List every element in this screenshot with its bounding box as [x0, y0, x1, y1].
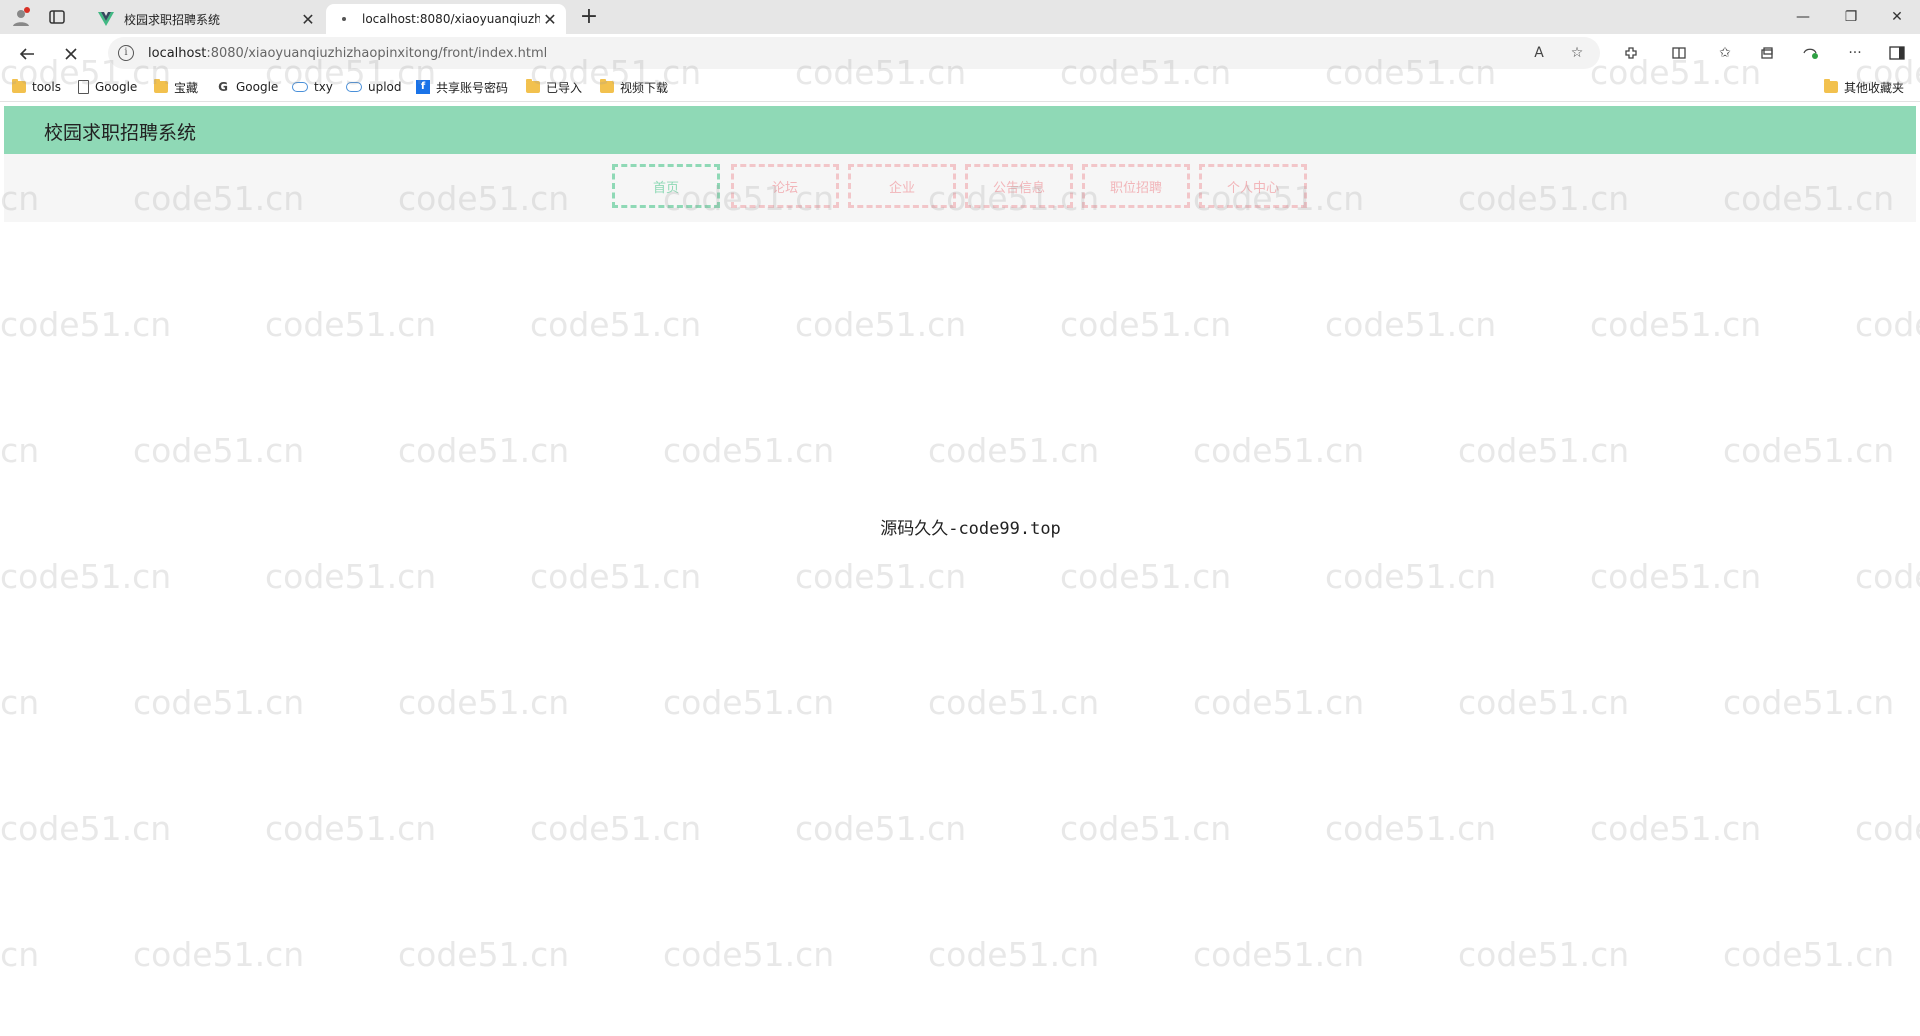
google-icon: G: [218, 80, 228, 94]
bookmark-other-favorites[interactable]: 其他收藏夹: [1824, 78, 1904, 96]
collections-icon[interactable]: [1756, 42, 1778, 64]
folder-icon: [12, 79, 26, 93]
bookmarks-bar: tools Google 宝藏 G Google txy uplod f 共享账号密…: [0, 72, 1920, 102]
minimize-button[interactable]: —: [1780, 0, 1826, 34]
bookmark-video-download[interactable]: 视频下载: [600, 78, 668, 96]
tab-campus-recruit[interactable]: 校园求职招聘系统 ✕: [88, 4, 324, 34]
favorites-icon[interactable]: ✩: [1714, 42, 1736, 64]
bookmark-tools[interactable]: tools: [12, 78, 61, 96]
read-aloud-icon[interactable]: A: [1528, 42, 1550, 64]
extensions-icon[interactable]: [1620, 42, 1642, 64]
bookmark-treasure[interactable]: 宝藏: [154, 78, 198, 96]
bookmark-shared-accounts[interactable]: f 共享账号密码: [416, 78, 508, 96]
browser-essentials-icon[interactable]: [1800, 42, 1822, 64]
folder-icon: [600, 79, 614, 93]
new-tab-button[interactable]: +: [578, 6, 600, 29]
site-header: 校园求职招聘系统: [4, 106, 1916, 154]
nav-job-postings[interactable]: 职位招聘: [1082, 164, 1190, 208]
nav-personal-center[interactable]: 个人中心: [1199, 164, 1307, 208]
stop-loading-icon[interactable]: [58, 41, 84, 67]
tab-strip: 校园求职招聘系统 ✕ localhost:8080/xiaoyuanqiuzhi…: [0, 0, 1920, 34]
bookmark-txy[interactable]: txy: [292, 78, 333, 96]
loading-dot-icon: [336, 11, 352, 27]
tab-title: 校园求职招聘系统: [124, 12, 221, 27]
address-bar[interactable]: i localhost:8080/xiaoyuanqiuzhizhaopinxi…: [108, 37, 1600, 69]
sidebar-toggle-icon[interactable]: [1886, 42, 1908, 64]
cloud-icon: [292, 82, 308, 92]
cloud-icon: [346, 82, 362, 92]
tab-localhost[interactable]: localhost:8080/xiaoyuanqiuzhizh ✕: [326, 4, 566, 34]
restore-button[interactable]: ❐: [1828, 0, 1874, 34]
feishu-icon: f: [416, 80, 430, 94]
url-text[interactable]: localhost:8080/xiaoyuanqiuzhizhaopinxito…: [148, 46, 1600, 61]
folder-icon: [1824, 79, 1838, 93]
folder-icon: [154, 79, 168, 93]
browser-toolbar: i localhost:8080/xiaoyuanqiuzhizhaopinxi…: [0, 34, 1920, 72]
split-screen-icon[interactable]: [1668, 42, 1690, 64]
tab-actions-icon[interactable]: [48, 8, 66, 26]
close-tab-icon[interactable]: ✕: [540, 9, 560, 29]
folder-icon: [526, 79, 540, 93]
close-tab-icon[interactable]: ✕: [298, 9, 318, 29]
more-menu-icon[interactable]: ···: [1844, 42, 1866, 64]
favorite-star-icon[interactable]: ☆: [1566, 42, 1588, 64]
site-title: 校园求职招聘系统: [44, 122, 197, 144]
site-info-icon[interactable]: i: [118, 45, 134, 61]
nav-forum[interactable]: 论坛: [731, 164, 839, 208]
vue-logo-icon: [98, 11, 114, 27]
page-viewport: 校园求职招聘系统 首页 论坛 企业 公告信息 职位招聘 个人中心 源码久久-co…: [4, 104, 1916, 1036]
back-arrow-icon[interactable]: [14, 41, 40, 67]
page-icon: [78, 80, 89, 94]
bookmark-imported[interactable]: 已导入: [526, 78, 582, 96]
tab-title: localhost:8080/xiaoyuanqiuzhizh: [362, 12, 540, 26]
profile-icon[interactable]: [10, 6, 32, 28]
nav-company[interactable]: 企业: [848, 164, 956, 208]
nav-bar: [4, 154, 1916, 222]
nav-announcements[interactable]: 公告信息: [965, 164, 1073, 208]
source-notice-text: 源码久久-code99.top: [880, 519, 1061, 539]
nav-home[interactable]: 首页: [612, 164, 720, 208]
bookmark-google[interactable]: G Google: [216, 78, 278, 96]
bookmark-google-page[interactable]: Google: [78, 78, 137, 96]
close-window-button[interactable]: ✕: [1874, 0, 1920, 34]
bookmark-uplod[interactable]: uplod: [346, 78, 402, 96]
